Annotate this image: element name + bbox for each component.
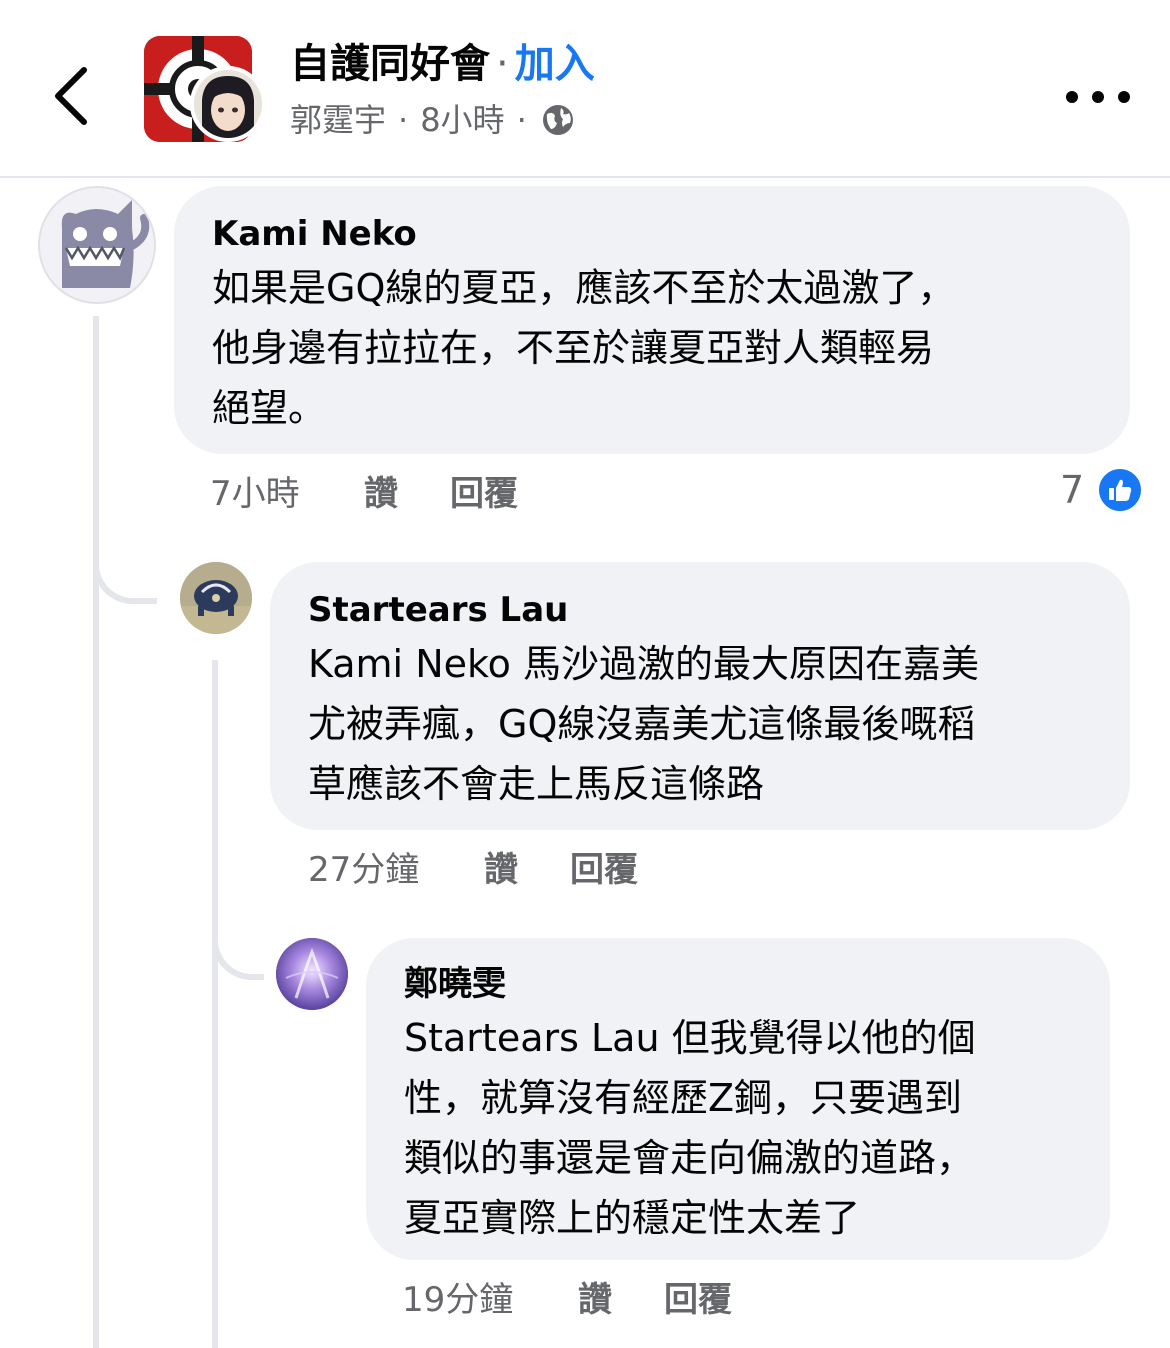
reply-button[interactable]: 回覆 [450,470,518,518]
reaction-summary[interactable]: 7 [1060,466,1145,514]
comment-text-line: 夏亞實際上的穩定性太差了 [404,1196,861,1240]
chevron-left-icon [55,67,87,125]
join-button[interactable]: 加入 [515,41,595,87]
poster-avatar[interactable] [190,66,266,142]
comment-text-line: 絕望。 [212,386,327,430]
comment-text: Startears Lau 但我覺得以他的個 性，就算沒有經歷Z鋼，只要遇到 類… [404,1008,1086,1248]
post-meta: 郭霆宇 · 8小時 · [290,98,575,142]
reply-button[interactable]: 回覆 [570,846,638,894]
comment-text-line: 草應該不會走上馬反這條路 [308,762,765,806]
title-separator: · [496,41,509,87]
like-button[interactable]: 讚 [578,1276,612,1324]
group-title-line: 自護同好會 · 加入 [290,36,595,92]
reply-bubble[interactable]: 鄭曉雯 Startears Lau 但我覺得以他的個 性，就算沒有經歷Z鋼，只要… [366,938,1110,1260]
reply-button[interactable]: 回覆 [664,1276,732,1324]
comment-bubble[interactable]: Kami Neko 如果是GQ線的夏亞，應該不至於太過激了， 他身邊有拉拉在，不… [174,186,1130,454]
comment-text-line: Startears Lau 但我覺得以他的個 [404,1016,976,1060]
comment-text-line: 如果是GQ線的夏亞，應該不至於太過激了， [212,266,956,310]
comment-actions: 7小時讚 回覆 [210,470,518,518]
comment-actions: 27分鐘讚 回覆 [308,846,638,894]
thread-connector [93,540,157,604]
comment-text-line: Kami Neko 馬沙過激的最大原因在嘉美 [308,642,979,686]
more-dot [1092,91,1104,103]
comment-text-line: 類似的事還是會走向偏激的道路， [404,1136,975,1180]
meta-separator: · [398,101,409,139]
thread-line [212,660,218,1348]
commenter-avatar[interactable] [276,938,348,1010]
comment-time[interactable]: 19分鐘 [402,1276,578,1324]
commenter-avatar[interactable] [180,562,252,634]
reply-bubble[interactable]: Startears Lau Kami Neko 馬沙過激的最大原因在嘉美 尤被弄… [270,562,1130,830]
back-button[interactable] [44,58,104,134]
poster-name[interactable]: 郭霆宇 [290,98,386,142]
thread-connector [212,920,264,980]
thread-line [93,316,99,1348]
like-thumb-icon [1096,466,1145,514]
group-name[interactable]: 自護同好會 [290,41,490,87]
post-header: 自護同好會 · 加入 郭霆宇 · 8小時 · [0,0,1170,178]
more-dot [1118,91,1130,103]
meta-separator: · [516,101,527,139]
comment-author[interactable]: Startears Lau [308,586,1100,634]
commenter-avatar[interactable] [38,186,156,304]
post-time[interactable]: 8小時 [420,98,504,142]
reaction-count: 7 [1060,468,1085,512]
comment-text-line: 性，就算沒有經歷Z鋼，只要遇到 [404,1076,963,1120]
comment-author[interactable]: Kami Neko [212,210,1094,258]
comment-author[interactable]: 鄭曉雯 [404,960,1086,1008]
comment-text: 如果是GQ線的夏亞，應該不至於太過激了， 他身邊有拉拉在，不至於讓夏亞對人類輕易… [212,258,1094,438]
comment-text: Kami Neko 馬沙過激的最大原因在嘉美 尤被弄瘋，GQ線沒嘉美尤這條最後嘅… [308,634,1100,814]
like-button[interactable]: 讚 [484,846,518,894]
comment-time[interactable]: 7小時 [210,470,364,518]
more-options-button[interactable] [1066,80,1130,114]
comment-time[interactable]: 27分鐘 [308,846,484,894]
comment-actions: 19分鐘讚 回覆 [402,1276,732,1324]
comment-text-line: 他身邊有拉拉在，不至於讓夏亞對人類輕易 [212,326,935,370]
globe-icon [542,105,573,135]
comment-text-line: 尤被弄瘋，GQ線沒嘉美尤這條最後嘅稻 [308,702,976,746]
more-dots-icon [1066,91,1078,103]
like-button[interactable]: 讚 [364,470,398,518]
